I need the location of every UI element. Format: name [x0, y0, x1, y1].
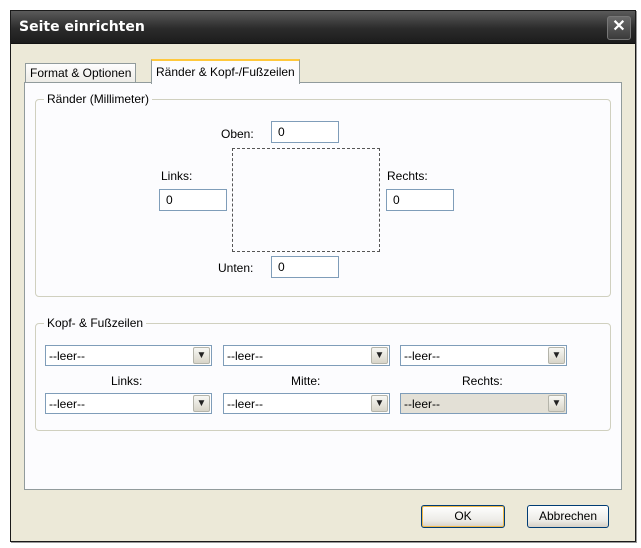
dialog-title: Seite einrichten	[19, 19, 145, 35]
headers-footers-group: Kopf- & Fußzeilen --leer-- ▼ --leer-- ▼ …	[35, 316, 611, 431]
page-setup-dialog: Seite einrichten ✕ Format & Optionen Rän…	[10, 10, 636, 542]
column-label-left: Links:	[111, 374, 143, 388]
close-button[interactable]: ✕	[607, 16, 631, 40]
chevron-down-icon[interactable]: ▼	[548, 347, 565, 364]
ok-button[interactable]: OK	[421, 505, 505, 528]
footer-right-dropdown[interactable]: --leer-- ▼	[400, 393, 567, 414]
header-left-dropdown[interactable]: --leer-- ▼	[45, 345, 212, 366]
column-label-center: Mitte:	[291, 374, 321, 388]
header-right-dropdown[interactable]: --leer-- ▼	[400, 345, 567, 366]
headers-footers-group-title: Kopf- & Fußzeilen	[44, 316, 147, 330]
right-margin-label: Rechts:	[387, 169, 428, 183]
bottom-margin-label: Unten:	[218, 261, 254, 275]
left-margin-input[interactable]: 0	[159, 189, 227, 211]
close-icon: ✕	[612, 18, 626, 35]
right-margin-input[interactable]: 0	[386, 189, 454, 211]
chevron-down-icon[interactable]: ▼	[371, 347, 388, 364]
bottom-margin-input[interactable]: 0	[271, 256, 339, 278]
tab-margins-headers[interactable]: Ränder & Kopf-/Fußzeilen	[151, 59, 300, 84]
chevron-down-icon[interactable]: ▼	[548, 395, 565, 412]
footer-left-dropdown[interactable]: --leer-- ▼	[45, 393, 212, 414]
chevron-down-icon[interactable]: ▼	[371, 395, 388, 412]
left-margin-label: Links:	[161, 169, 193, 183]
footer-left-value: --leer--	[49, 397, 85, 411]
top-margin-input[interactable]: 0	[271, 121, 339, 143]
header-center-dropdown[interactable]: --leer-- ▼	[223, 345, 390, 366]
page-preview	[232, 148, 380, 252]
footer-center-value: --leer--	[227, 397, 263, 411]
column-label-right: Rechts:	[462, 374, 503, 388]
tab-format-options[interactable]: Format & Optionen	[25, 63, 137, 83]
cancel-button[interactable]: Abbrechen	[527, 505, 609, 528]
chevron-down-icon[interactable]: ▼	[193, 347, 210, 364]
header-right-value: --leer--	[404, 349, 440, 363]
chevron-down-icon[interactable]: ▼	[193, 395, 210, 412]
footer-right-value: --leer--	[404, 397, 440, 411]
header-center-value: --leer--	[227, 349, 263, 363]
footer-center-dropdown[interactable]: --leer-- ▼	[223, 393, 390, 414]
tab-page-margins-headers: Ränder (Millimeter) Oben: 0 Links: 0 Rec…	[24, 82, 622, 490]
title-bar: Seite einrichten ✕	[11, 11, 635, 44]
header-left-value: --leer--	[49, 349, 85, 363]
dialog-body: Format & Optionen Ränder & Kopf-/Fußzeil…	[15, 47, 631, 537]
margins-group-title: Ränder (Millimeter)	[44, 92, 153, 106]
top-margin-label: Oben:	[221, 127, 254, 141]
margins-group: Ränder (Millimeter) Oben: 0 Links: 0 Rec…	[35, 92, 611, 297]
